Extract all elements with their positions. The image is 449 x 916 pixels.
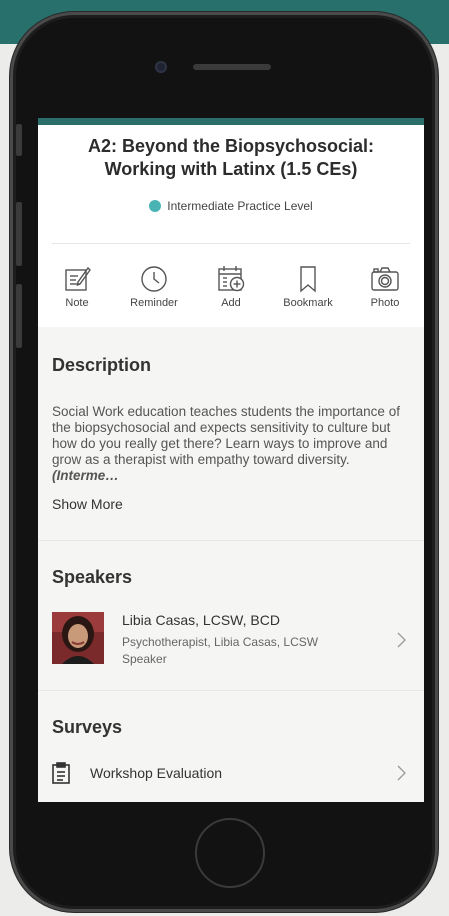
surveys-heading: Surveys [52,717,123,737]
speakers-heading: Speakers [52,567,133,587]
description-section: Description Social Work education teache… [38,327,424,540]
mute-switch [16,124,22,156]
note-icon [65,266,91,291]
description-text: Social Work education teaches students t… [52,404,410,484]
chevron-right-icon [397,765,406,781]
volume-down-button [16,284,22,348]
action-bar: Note Reminder Add Bookmark Photo [38,244,424,327]
bookmark-label: Bookmark [283,297,333,309]
surveys-section: Surveys [38,691,424,762]
bookmark-icon [300,266,316,293]
speaker-company: Psychotherapist, Libia Casas, LCSW [122,635,319,649]
survey-label: Workshop Evaluation [90,765,223,781]
front-camera [155,61,167,73]
description-emphasis: (Interme… [52,468,119,483]
speaker-name: Libia Casas, LCSW, BCD [122,612,280,628]
add-to-calendar-button[interactable]: Add [196,264,266,309]
speaker-row[interactable]: Libia Casas, LCSW, BCD Psychotherapist, … [38,612,424,690]
bookmark-button[interactable]: Bookmark [273,264,343,309]
clock-icon [141,266,167,292]
home-button[interactable] [195,818,265,888]
speakers-section: Speakers [38,541,424,612]
chevron-right-icon [397,632,406,648]
speaker-avatar [52,612,104,664]
session-title: A2: Beyond the Biopsychosocial: Working … [87,136,375,179]
camera-icon [371,267,399,291]
speaker-info: Libia Casas, LCSW, BCD Psychotherapist, … [122,612,318,668]
volume-up-button [16,202,22,266]
note-label: Note [65,297,89,309]
practice-level: Intermediate Practice Level [52,199,410,213]
reminder-label: Reminder [130,297,178,309]
practice-level-label: Intermediate Practice Level [167,199,313,213]
level-dot-icon [149,200,162,212]
photo-label: Photo [370,297,400,309]
nav-bar-edge [38,118,424,125]
reminder-button[interactable]: Reminder [119,264,189,309]
photo-button[interactable]: Photo [350,264,420,309]
description-heading: Description [52,355,152,375]
session-header: A2: Beyond the Biopsychosocial: Working … [38,125,424,244]
clipboard-icon [52,762,70,784]
earpiece-speaker [193,64,271,70]
app-screen: A2: Beyond the Biopsychosocial: Working … [38,118,424,802]
speaker-subtitle: Psychotherapist, Libia Casas, LCSW Speak… [122,634,318,668]
speaker-role: Speaker [122,652,167,666]
description-body: Social Work education teaches students t… [52,404,400,467]
add-label: Add [221,297,241,309]
note-button[interactable]: Note [42,264,112,309]
survey-row[interactable]: Workshop Evaluation [38,762,424,784]
show-more-link[interactable]: Show More [52,496,123,512]
calendar-add-icon [218,266,245,292]
